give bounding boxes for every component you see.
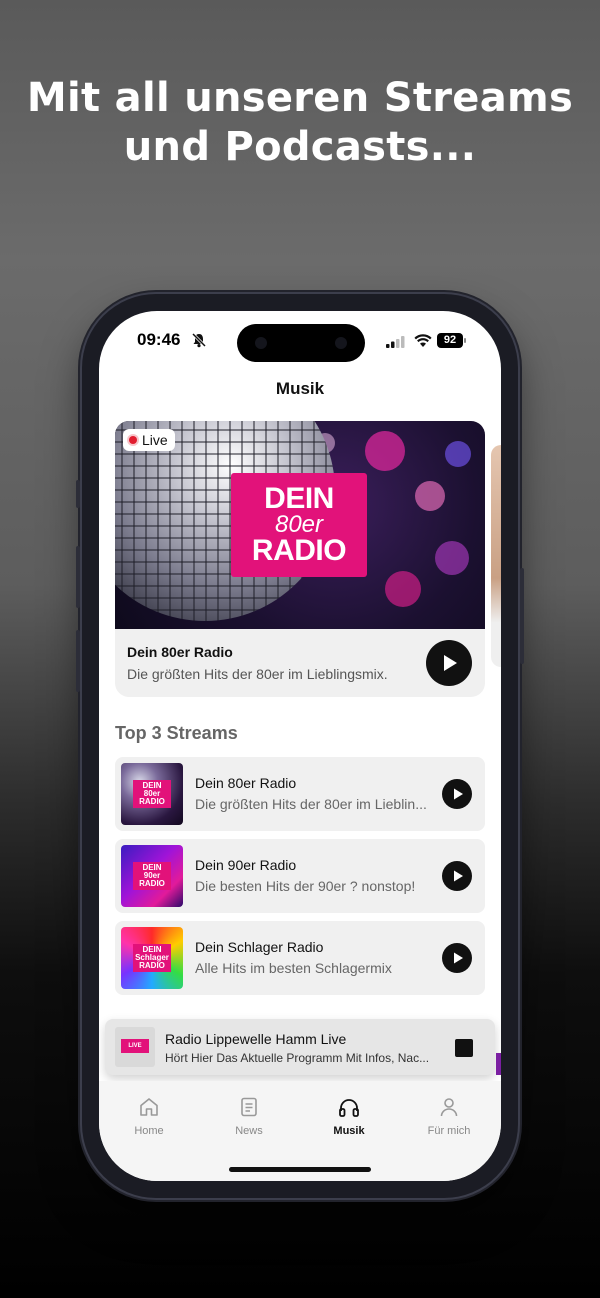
volume-up-button [76, 546, 80, 608]
featured-play-button[interactable] [426, 640, 472, 686]
tab-fuer-mich[interactable]: Für mich [399, 1095, 499, 1137]
featured-stream-card[interactable]: DEIN 80er RADIO Live Dein 80er Radio Die… [115, 421, 485, 697]
stream-thumbnail: DEIN Schlager RADIO [121, 927, 183, 989]
headline-line-1: Mit all unseren Streams [26, 75, 574, 121]
stream-logo: DEIN 90er RADIO [133, 862, 171, 890]
mini-player-thumbnail: LIVE [115, 1027, 155, 1067]
home-icon [140, 1098, 158, 1116]
live-badge-label: Live [142, 432, 168, 448]
phone-frame: 09:46 92 Musik DEIN 80er RADIO Live Dein… [76, 294, 524, 1198]
action-button [76, 480, 80, 508]
play-icon [454, 952, 463, 964]
home-indicator[interactable] [229, 1167, 371, 1172]
volume-down-button [76, 630, 80, 692]
bell-muted-icon [191, 332, 207, 348]
stream-play-button[interactable] [442, 779, 472, 809]
stream-item[interactable]: DEIN 90er RADIO Dein 90er Radio Die besten… [115, 839, 485, 913]
stream-title: Dein 80er Radio [195, 775, 297, 791]
featured-cover-image: DEIN 80er RADIO Live [115, 421, 485, 629]
featured-subtitle: Die größten Hits der 80er im Lieblingsmi… [127, 666, 388, 682]
tab-label: News [235, 1125, 263, 1137]
tab-musik[interactable]: Musik [299, 1095, 399, 1137]
page-title: Musik [275, 379, 325, 398]
live-badge: Live [123, 429, 175, 451]
cellular-signal-icon [386, 336, 405, 348]
person-icon [440, 1098, 458, 1117]
headline-line-2: und Podcasts... [123, 124, 477, 170]
stream-title: Dein Schlager Radio [195, 939, 324, 955]
mini-player-peek [496, 1053, 501, 1075]
featured-title: Dein 80er Radio [127, 644, 233, 660]
mini-player-logo: LIVE [121, 1039, 149, 1053]
app-screen: 09:46 92 Musik DEIN 80er RADIO Live Dein… [99, 311, 501, 1181]
tab-label: Musik [333, 1125, 365, 1137]
stream-logo: DEIN 80er RADIO [133, 780, 171, 808]
dynamic-island [237, 324, 365, 362]
mini-player-title: Radio Lippewelle Hamm Live [165, 1031, 347, 1047]
tab-label: Für mich [427, 1125, 471, 1137]
news-icon [241, 1097, 257, 1117]
stream-logo: DEIN Schlager RADIO [133, 944, 171, 972]
tab-home[interactable]: Home [99, 1095, 199, 1137]
play-icon [444, 655, 457, 671]
stream-thumbnail: DEIN 90er RADIO [121, 845, 183, 907]
stop-button[interactable] [455, 1039, 473, 1057]
mini-player-subtitle: Hört Hier Das Aktuelle Programm Mit Info… [165, 1051, 430, 1065]
stream-play-button[interactable] [442, 943, 472, 973]
promo-headline: Mit all unseren Streams und Podcasts... [0, 74, 600, 172]
wifi-icon [414, 334, 432, 347]
battery-indicator: 92 [437, 333, 466, 348]
stream-subtitle: Die besten Hits der 90er ? nonstop! [195, 878, 416, 894]
next-featured-card-peek[interactable] [491, 445, 501, 667]
stream-item[interactable]: DEIN Schlager RADIO Dein Schlager Radio Al… [115, 921, 485, 995]
play-icon [454, 788, 463, 800]
stream-title: Dein 90er Radio [195, 857, 297, 873]
section-title-top-streams: Top 3 Streams [115, 723, 238, 743]
tab-label: Home [134, 1125, 164, 1137]
tab-bar: Home News Musik Für mich [99, 1081, 501, 1181]
station-logo: DEIN 80er RADIO [231, 473, 367, 577]
tab-news[interactable]: News [199, 1095, 299, 1137]
stream-subtitle: Alle Hits im besten Schlagermix [195, 960, 392, 976]
live-dot-icon [129, 436, 137, 444]
stream-subtitle: Die größten Hits der 80er im Lieblin... [195, 796, 427, 812]
stream-item[interactable]: DEIN 80er RADIO Dein 80er Radio Die größte… [115, 757, 485, 831]
status-time: 09:46 [137, 330, 181, 349]
power-button [520, 568, 524, 664]
mini-player[interactable]: LIVE Radio Lippewelle Hamm Live Hört Hie… [105, 1019, 495, 1075]
stream-play-button[interactable] [442, 861, 472, 891]
play-icon [454, 870, 463, 882]
headphones-icon [339, 1099, 359, 1117]
stream-thumbnail: DEIN 80er RADIO [121, 763, 183, 825]
